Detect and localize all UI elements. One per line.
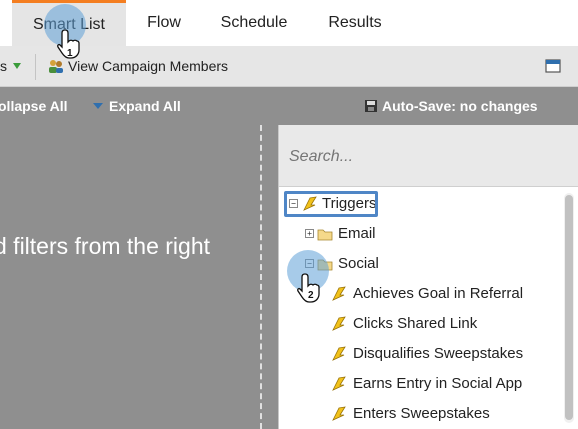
autosave-status: Auto-Save: no changes	[364, 87, 538, 125]
tree-item[interactable]: Achieves Goal in Referral	[331, 285, 523, 302]
autosave-label: Auto-Save: no changes	[382, 98, 538, 114]
tab-label: Flow	[147, 14, 181, 31]
lightning-icon	[332, 345, 346, 361]
chevron-down-icon	[13, 63, 21, 69]
tab-label: Results	[328, 14, 382, 31]
highlight-box	[284, 191, 378, 217]
tree-item-label: Earns Entry in Social App	[353, 375, 523, 392]
drop-zone[interactable]	[0, 125, 262, 429]
scrollbar-thumb[interactable]	[565, 195, 573, 420]
tree-item[interactable]: Clicks Shared Link	[331, 315, 477, 332]
toolbar: s View Campaign Members	[0, 46, 578, 87]
expand-toggle-icon[interactable]: +	[305, 229, 314, 238]
button-label: View Campaign Members	[68, 58, 229, 74]
tab-flow[interactable]: Flow	[128, 0, 200, 46]
folder-icon	[317, 229, 333, 240]
lightning-icon	[332, 315, 346, 331]
actions-menu[interactable]: s	[0, 58, 23, 74]
button-label: ollapse All	[0, 98, 68, 114]
tree-node-label: Email	[338, 225, 376, 242]
save-icon	[365, 100, 377, 112]
hand-cursor-icon: 1	[57, 29, 80, 59]
scrollbar[interactable]	[564, 193, 574, 423]
tab-label: Schedule	[220, 14, 288, 31]
tab-schedule[interactable]: Schedule	[208, 0, 300, 46]
filter-canvas[interactable]: d filters from the right	[0, 125, 278, 429]
tree-item[interactable]: Disqualifies Sweepstakes	[331, 345, 523, 362]
tree-item[interactable]: Earns Entry in Social App	[331, 375, 522, 392]
trigger-tree: − Triggers + Email − Social Achieves Goa…	[279, 187, 565, 429]
callout-number: 2	[308, 290, 314, 301]
expand-all-button[interactable]: Expand All	[92, 87, 181, 125]
tree-folder-email[interactable]: + Email	[305, 225, 376, 242]
tab-bar: Smart List Flow Schedule Results	[0, 0, 578, 46]
view-campaign-members-button[interactable]: View Campaign Members	[47, 58, 228, 74]
search-area	[279, 125, 578, 187]
menu-label: s	[0, 58, 7, 74]
window-icon[interactable]	[545, 59, 561, 73]
members-icon	[49, 60, 63, 73]
tree-item-label: Enters Sweepstakes	[353, 405, 490, 422]
tab-results[interactable]: Results	[312, 0, 398, 46]
triangle-down-icon	[93, 103, 103, 109]
button-label: Expand All	[109, 98, 181, 114]
tree-item-label: Achieves Goal in Referral	[353, 285, 524, 302]
lightning-icon	[332, 285, 346, 301]
drop-zone-message: d filters from the right	[0, 233, 211, 259]
collapse-all-button[interactable]: ollapse All	[0, 87, 68, 125]
tree-node-label: Social	[338, 255, 379, 272]
lightning-icon	[332, 405, 346, 421]
lightning-icon	[332, 375, 346, 391]
search-input[interactable]	[287, 143, 561, 171]
hand-cursor-icon: 2	[297, 273, 320, 303]
tree-item-label: Disqualifies Sweepstakes	[353, 345, 524, 362]
tree-item-label: Clicks Shared Link	[353, 315, 478, 332]
callout-number: 1	[67, 48, 73, 59]
toolbar-divider	[35, 54, 36, 80]
action-bar: ollapse All Expand All Auto-Save: no cha…	[0, 87, 578, 125]
tree-item[interactable]: Enters Sweepstakes	[331, 405, 490, 422]
